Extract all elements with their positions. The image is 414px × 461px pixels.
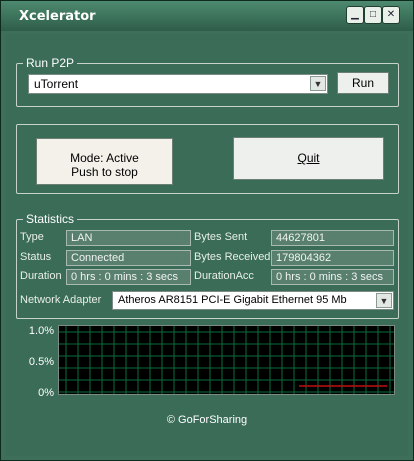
maximize-button[interactable]: □ xyxy=(364,6,382,24)
graph-y-label-min: 0% xyxy=(38,387,54,399)
maximize-icon: □ xyxy=(369,9,377,20)
graph-y-label-max: 1.0% xyxy=(28,325,54,337)
quit-button[interactable]: Quit xyxy=(233,137,384,180)
status-label: Status xyxy=(20,251,52,263)
close-icon: ✕ xyxy=(386,9,396,20)
close-button[interactable]: ✕ xyxy=(382,6,400,24)
mode-toggle-button[interactable]: Mode: Active Push to stop xyxy=(36,138,173,185)
run-button-label: Run xyxy=(351,76,374,90)
quit-button-label: Quit xyxy=(297,151,320,165)
bytes-sent-label: Bytes Sent xyxy=(194,231,248,243)
adapter-chevron-down-icon[interactable]: ▼ xyxy=(376,293,392,308)
copyright-text: © GoForSharing xyxy=(166,414,248,426)
run-p2p-group: Run P2P uTorrent ▼ Run xyxy=(16,56,399,107)
duration-acc-value: 0 hrs : 0 mins : 3 secs xyxy=(271,269,394,285)
p2p-select-value: uTorrent xyxy=(34,77,79,91)
chevron-down-icon[interactable]: ▼ xyxy=(310,76,326,91)
title-bar[interactable]: Xcelerator ▁ □ ✕ xyxy=(1,1,413,31)
graph-y-label-mid: 0.5% xyxy=(28,356,54,368)
duration-value: 0 hrs : 0 mins : 3 secs xyxy=(66,269,191,285)
statistics-group: Statistics Type LAN Status Connected Dur… xyxy=(16,212,399,319)
type-label: Type xyxy=(20,231,44,243)
client-area: Run P2P uTorrent ▼ Run Mode: Active Push… xyxy=(6,34,408,456)
mode-hint-text: Push to stop xyxy=(71,165,138,179)
bytes-received-label: Bytes Received xyxy=(194,251,271,263)
minimize-icon: ▁ xyxy=(351,9,359,20)
minimize-button[interactable]: ▁ xyxy=(346,6,364,24)
mode-group: Mode: Active Push to stop Quit xyxy=(16,124,399,194)
network-adapter-label: Network Adapter xyxy=(20,294,102,306)
bytes-sent-value: 44627801 xyxy=(271,230,394,246)
network-adapter-value: Atheros AR8151 PCI-E Gigabit Ethernet 95… xyxy=(118,294,347,306)
traffic-graph-canvas xyxy=(59,326,394,394)
duration-acc-label: DurationAcc xyxy=(194,270,254,282)
bytes-received-value: 179804362 xyxy=(271,250,394,266)
window-title: Xcelerator xyxy=(19,9,96,24)
traffic-graph xyxy=(58,325,395,395)
run-p2p-group-label: Run P2P xyxy=(23,56,78,70)
app-window: Xcelerator ▁ □ ✕ Run P2P uTorrent ▼ Run … xyxy=(0,0,414,461)
duration-label: Duration xyxy=(20,270,62,282)
statistics-group-label: Statistics xyxy=(23,212,78,226)
mode-status-text: Mode: Active xyxy=(70,151,139,165)
status-value: Connected xyxy=(66,250,191,266)
run-button[interactable]: Run xyxy=(337,72,389,94)
p2p-select[interactable]: uTorrent ▼ xyxy=(28,74,328,94)
network-adapter-select[interactable]: Atheros AR8151 PCI-E Gigabit Ethernet 95… xyxy=(112,291,394,310)
type-value: LAN xyxy=(66,230,191,246)
